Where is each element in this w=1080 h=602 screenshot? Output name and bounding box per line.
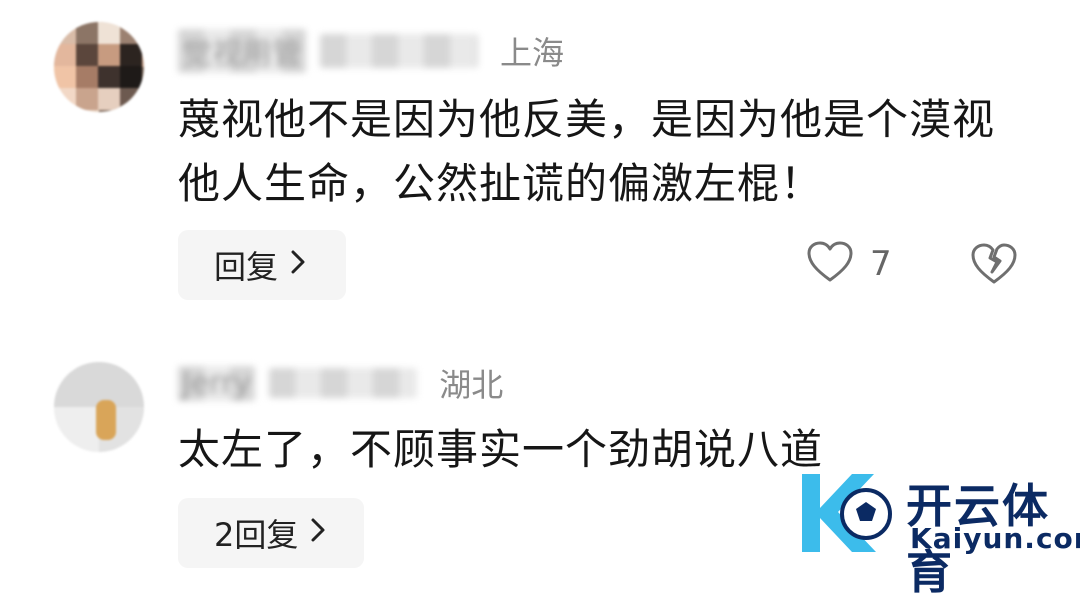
chevron-right-icon xyxy=(290,248,306,283)
reply-button[interactable]: 2回复 xyxy=(178,498,364,568)
like-group[interactable]: 7 xyxy=(806,238,892,290)
author-location: 湖北 xyxy=(439,366,504,404)
reply-button[interactable]: 回复 xyxy=(178,230,346,300)
reply-label: 2回复 xyxy=(214,516,299,554)
broken-heart-icon[interactable] xyxy=(970,240,1018,288)
reply-label: 回复 xyxy=(214,248,279,286)
author-name[interactable]: Jerry xyxy=(178,365,256,401)
avatar[interactable] xyxy=(54,22,144,112)
comment-item: 觉视用管 上海 蔑视他不是因为他反美，是因为他是个漠视他人生命，公然扯谎的偏激左… xyxy=(0,0,1080,330)
comment-meta: Jerry 湖北 xyxy=(178,358,503,408)
comment-meta: 觉视用管 上海 xyxy=(178,26,564,76)
author-name-blurred-extra xyxy=(269,368,418,398)
author-name-blurred-extra xyxy=(320,34,478,68)
comment-text: 蔑视他不是因为他反美，是因为他是个漠视他人生命，公然扯谎的偏激左棍！ xyxy=(178,95,996,208)
avatar[interactable] xyxy=(54,362,144,452)
author-location: 上海 xyxy=(500,34,565,72)
like-count: 7 xyxy=(870,244,892,284)
comment-item: Jerry 湖北 太左了，不顾事实一个劲胡说八道 2回复 xyxy=(0,340,1080,568)
comment-text: 太左了，不顾事实一个劲胡说八道 xyxy=(178,425,824,474)
author-name[interactable]: 觉视用管 xyxy=(178,29,306,73)
heart-outline-icon[interactable] xyxy=(806,240,854,288)
chevron-right-icon xyxy=(310,516,326,551)
